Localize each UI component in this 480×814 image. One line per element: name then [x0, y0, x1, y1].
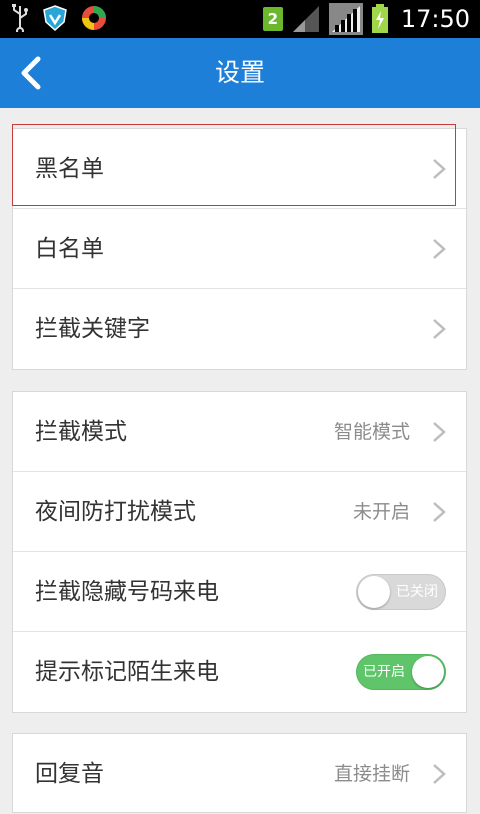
chevron-right-icon — [433, 764, 446, 784]
notification-badge: 2 — [262, 7, 283, 31]
chevron-right-icon — [433, 502, 446, 522]
toggle-knob — [358, 576, 390, 608]
status-icons-right: 2 17:50 — [262, 3, 470, 35]
toggle-text: 已关闭 — [396, 584, 438, 600]
settings-item-label: 黑名单 — [35, 156, 104, 182]
settings-group-lists: 黑名单 白名单 拦截关键字 — [12, 128, 467, 370]
settings-item-night-mode[interactable]: 夜间防打扰模式 未开启 — [13, 472, 466, 552]
signal-strength-icon — [328, 3, 363, 35]
signal-icon — [292, 6, 319, 32]
chevron-right-icon — [433, 319, 446, 339]
status-bar: 2 17:50 — [0, 0, 480, 38]
settings-item-blacklist[interactable]: 黑名单 — [13, 129, 466, 209]
app-icon — [82, 6, 106, 30]
settings-item-reply-tone[interactable]: 回复音 直接挂断 — [13, 734, 466, 814]
settings-item-value: 未开启 — [352, 501, 410, 523]
settings-item-label: 提示标记陌生来电 — [35, 659, 219, 685]
chevron-right-icon — [433, 159, 446, 179]
battery-icon — [371, 4, 388, 33]
hidden-number-toggle[interactable]: 已关闭 — [356, 574, 446, 610]
chevron-right-icon — [433, 239, 446, 259]
settings-item-keywords[interactable]: 拦截关键字 — [13, 289, 466, 369]
back-button[interactable] — [14, 55, 50, 91]
settings-item-label: 拦截隐藏号码来电 — [35, 579, 219, 605]
chevron-left-icon — [21, 56, 41, 90]
mark-stranger-toggle[interactable]: 已开启 — [356, 654, 446, 690]
settings-item-label: 夜间防打扰模式 — [35, 499, 196, 525]
settings-item-label: 拦截关键字 — [35, 316, 150, 342]
settings-group-reply: 回复音 直接挂断 — [12, 733, 467, 813]
settings-item-value: 直接挂断 — [333, 763, 410, 785]
shield-icon — [43, 5, 67, 32]
settings-item-label: 回复音 — [35, 761, 104, 787]
clock: 17:50 — [400, 5, 470, 33]
title-bar: 设置 — [0, 38, 480, 108]
toggle-knob — [412, 656, 444, 688]
settings-item-label: 白名单 — [35, 236, 104, 262]
settings-item-whitelist[interactable]: 白名单 — [13, 209, 466, 289]
settings-item-label: 拦截模式 — [35, 419, 127, 445]
usb-icon — [12, 4, 28, 32]
chevron-right-icon — [433, 422, 446, 442]
page-title: 设置 — [214, 58, 265, 87]
toggle-text: 已开启 — [363, 664, 405, 680]
settings-group-modes: 拦截模式 智能模式 夜间防打扰模式 未开启 拦截隐藏号码来电 已关闭 提示标记陌… — [12, 391, 467, 713]
status-icons-left — [10, 4, 108, 32]
settings-item-value: 智能模式 — [333, 421, 410, 443]
settings-item-mark-strangers: 提示标记陌生来电 已开启 — [13, 632, 466, 712]
settings-item-block-hidden-numbers: 拦截隐藏号码来电 已关闭 — [13, 552, 466, 632]
settings-item-block-mode[interactable]: 拦截模式 智能模式 — [13, 392, 466, 472]
